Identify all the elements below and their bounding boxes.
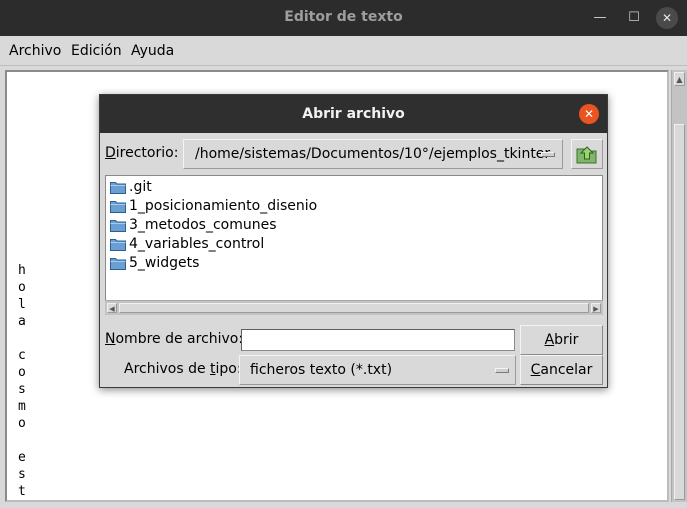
filename-label-mnemonic: N: [105, 331, 116, 347]
file-name: 4_variables_control: [129, 236, 265, 252]
menu-item-ayuda[interactable]: Ayuda: [131, 43, 174, 59]
open-button-label: brir: [554, 332, 579, 348]
vertical-scrollbar[interactable]: ▲: [671, 70, 687, 502]
minimize-icon[interactable]: —: [590, 8, 610, 28]
dropdown-icon[interactable]: [541, 152, 555, 157]
filetype-value: ficheros texto (*.txt): [250, 362, 393, 378]
filetype-label-end: ipo:: [215, 361, 242, 377]
cancel-button[interactable]: Cancelar: [520, 355, 603, 385]
window-title: Editor de texto: [284, 9, 403, 25]
directory-label-mnemonic: D: [105, 145, 116, 161]
open-button[interactable]: Abrir: [520, 325, 603, 355]
folder-icon: [110, 182, 126, 194]
cancel-button-mnemonic: C: [530, 362, 541, 378]
scroll-up-icon[interactable]: ▲: [674, 72, 685, 86]
directory-label-text: irectorio:: [115, 145, 179, 161]
file-name: 1_posicionamiento_disenio: [129, 198, 318, 214]
parent-directory-button[interactable]: [571, 139, 603, 169]
dialog-titlebar[interactable]: Abrir archivo ✕: [100, 95, 607, 133]
menu-bar: Archivo Edición Ayuda: [0, 36, 687, 66]
scroll-right-icon[interactable]: ▶: [591, 303, 601, 313]
file-name: 5_widgets: [129, 255, 200, 271]
dropdown-icon[interactable]: [495, 368, 509, 373]
dialog-close-icon[interactable]: ✕: [579, 104, 599, 124]
filename-label-text: ombre de archivo:: [115, 331, 244, 347]
scrollbar-thumb[interactable]: [119, 303, 589, 313]
filetype-label: Archivos de tipo:: [124, 361, 242, 377]
close-icon[interactable]: ✕: [656, 7, 678, 29]
maximize-icon[interactable]: ☐: [624, 8, 644, 28]
open-button-mnemonic: A: [544, 332, 555, 348]
folder-icon: [110, 239, 126, 251]
file-name: 3_metodos_comunes: [129, 217, 277, 233]
dialog-title: Abrir archivo: [302, 106, 405, 122]
open-file-dialog: Abrir archivo ✕ Directorio: /home/sistem…: [99, 94, 608, 388]
menu-item-archivo[interactable]: Archivo: [9, 43, 61, 59]
directory-combobox[interactable]: /home/sistemas/Documentos/10°/ejemplos_t…: [183, 139, 563, 169]
folder-icon: [110, 201, 126, 213]
directory-value: /home/sistemas/Documentos/10°/ejemplos_t…: [195, 146, 551, 162]
file-list[interactable]: .git 1_posicionamiento_disenio 3_metodos…: [105, 175, 603, 315]
filename-input[interactable]: [241, 329, 515, 351]
folder-icon: [110, 220, 126, 232]
folder-icon: [110, 258, 126, 270]
scroll-left-icon[interactable]: ◀: [107, 303, 117, 313]
folder-up-icon: [576, 146, 597, 164]
menu-item-edicion[interactable]: Edición: [71, 43, 122, 59]
file-name: .git: [129, 179, 152, 195]
cancel-button-label: ancelar: [540, 362, 593, 378]
editor-content: h o l a c o s m o e s t: [18, 263, 26, 499]
window-titlebar[interactable]: Editor de texto — ☐ ✕: [0, 0, 687, 36]
filetype-combobox[interactable]: ficheros texto (*.txt): [239, 355, 516, 385]
directory-label: Directorio:: [105, 145, 178, 161]
filetype-label-start: Archivos de: [124, 361, 211, 377]
horizontal-scrollbar[interactable]: ◀ ▶: [105, 300, 603, 315]
scrollbar-thumb[interactable]: [674, 124, 685, 500]
filename-label: Nombre de archivo:: [105, 331, 243, 347]
